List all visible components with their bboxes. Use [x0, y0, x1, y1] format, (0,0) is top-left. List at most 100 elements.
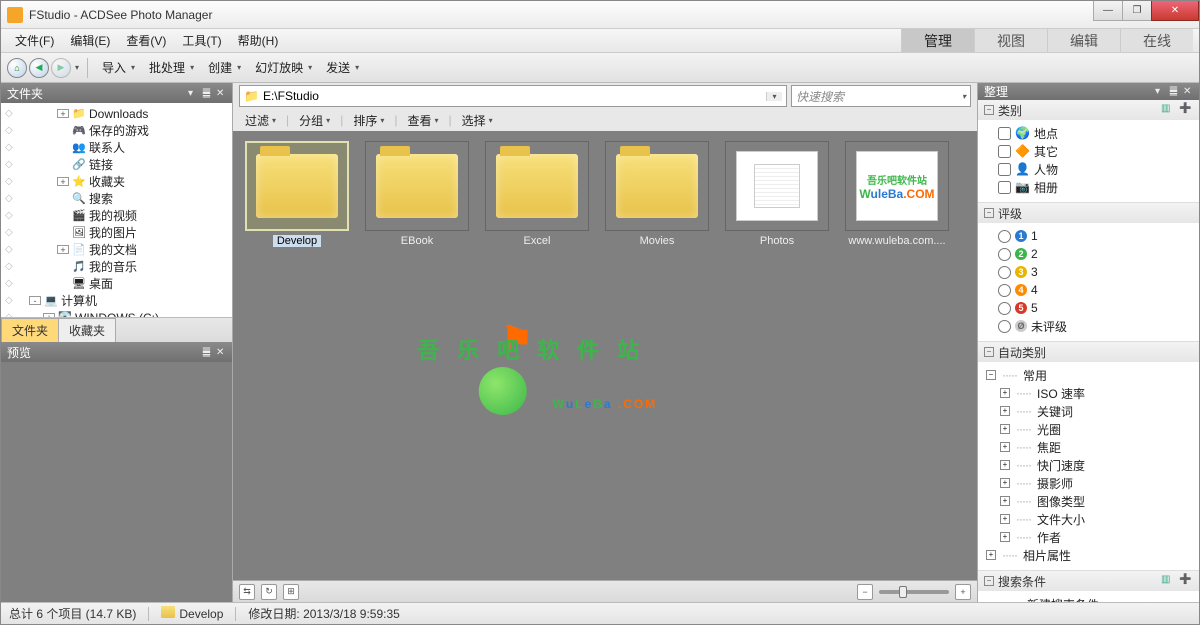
cat-add-icon[interactable]: ➕	[1179, 103, 1193, 117]
filter-view[interactable]: 查看	[403, 112, 442, 129]
tool-send[interactable]: 发送	[320, 59, 365, 76]
preview-close-icon[interactable]: ✕	[216, 347, 226, 358]
thumb-tool-1[interactable]: ⇆	[239, 584, 255, 600]
filter-select[interactable]: 选择	[458, 112, 497, 129]
path-dropdown-icon[interactable]: ▾	[766, 92, 782, 101]
zoom-in-button[interactable]: +	[955, 584, 971, 600]
category-item[interactable]: 🌍地点	[978, 124, 1199, 142]
rating-unrated[interactable]: Ø未评级	[978, 317, 1199, 335]
thumbnail-area[interactable]: DevelopEBookExcelMoviesPhotos吾乐吧软件站WuleB…	[233, 131, 977, 580]
tree-item[interactable]: ◇👥联系人	[1, 139, 232, 156]
panel-menu-icon[interactable]: ▾	[188, 88, 198, 99]
mode-online[interactable]: 在线	[1120, 29, 1193, 52]
thumbnail-item[interactable]: Photos	[723, 141, 831, 247]
organize-close-icon[interactable]: ✕	[1183, 86, 1193, 97]
thumbnail-item[interactable]: 吾乐吧软件站WuleBa.COMwww.wuleba.com....	[843, 141, 951, 247]
minimize-button[interactable]: —	[1093, 1, 1123, 21]
category-item[interactable]: 🔶其它	[978, 142, 1199, 160]
categories-head[interactable]: −类别 ▥➕	[978, 100, 1199, 120]
auto-item[interactable]: +·····ISO 速率	[1000, 384, 1199, 402]
category-item[interactable]: 👤人物	[978, 160, 1199, 178]
nav-back-button[interactable]: ◀	[29, 58, 49, 78]
filter-sort[interactable]: 排序	[349, 112, 388, 129]
menu-edit[interactable]: 编辑(E)	[62, 29, 118, 52]
zoom-slider[interactable]	[879, 590, 949, 594]
tree-item[interactable]: ◇🔍搜索	[1, 190, 232, 207]
search-add-icon[interactable]: ➕	[1179, 574, 1193, 588]
zoom-out-button[interactable]: −	[857, 584, 873, 600]
auto-item[interactable]: +·····快门速度	[1000, 456, 1199, 474]
rating-item[interactable]: 22	[978, 245, 1199, 263]
tree-item[interactable]: ◇🔗链接	[1, 156, 232, 173]
auto-item[interactable]: +·····光圈	[1000, 420, 1199, 438]
nav-home-button[interactable]: ⌂	[7, 58, 27, 78]
tool-import[interactable]: 导入	[96, 59, 141, 76]
auto-item[interactable]: +·····焦距	[1000, 438, 1199, 456]
search-tool-icon[interactable]: ▥	[1161, 574, 1175, 588]
auto-common[interactable]: −·····常用	[978, 366, 1199, 384]
auto-photo-attr[interactable]: +·····相片属性	[978, 546, 1199, 564]
organize-menu-icon[interactable]: ▾	[1155, 86, 1165, 97]
folder-tree[interactable]: ◇+📁Downloads◇🎮保存的游戏◇👥联系人◇🔗链接◇+⭐收藏夹◇🔍搜索◇🎬…	[1, 103, 232, 317]
center-column: 📁 E:\FStudio ▾ 快速搜索 ▾ 过滤| 分组| 排序| 查看| 选择…	[233, 83, 977, 602]
filter-filter[interactable]: 过滤	[241, 112, 280, 129]
search-head[interactable]: −搜索条件 ▥➕	[978, 571, 1199, 591]
thumb-tool-2[interactable]: ↻	[261, 584, 277, 600]
preview-pin-icon[interactable]: ䷀	[202, 347, 212, 358]
path-input[interactable]: 📁 E:\FStudio ▾	[239, 85, 787, 107]
tree-item[interactable]: ◇🖥桌面	[1, 275, 232, 292]
auto-head[interactable]: −自动类别	[978, 342, 1199, 362]
filter-row: 过滤| 分组| 排序| 查看| 选择	[233, 109, 977, 131]
menu-view[interactable]: 查看(V)	[118, 29, 174, 52]
thumb-tool-3[interactable]: ⊞	[283, 584, 299, 600]
panel-pin-icon[interactable]: ䷀	[202, 88, 212, 99]
rating-item[interactable]: 11	[978, 227, 1199, 245]
thumbnail-item[interactable]: Excel	[483, 141, 591, 247]
thumbnail-item[interactable]: Develop	[243, 141, 351, 247]
rating-item[interactable]: 55	[978, 299, 1199, 317]
nav-forward-button[interactable]: ▶	[51, 58, 71, 78]
tool-create[interactable]: 创建	[202, 59, 247, 76]
tree-item[interactable]: ◇🎬我的视频	[1, 207, 232, 224]
mode-view[interactable]: 视图	[974, 29, 1047, 52]
menu-tools[interactable]: 工具(T)	[174, 29, 229, 52]
thumbnail-item[interactable]: EBook	[363, 141, 471, 247]
auto-item[interactable]: +·····图像类型	[1000, 492, 1199, 510]
tree-item[interactable]: ◇🎮保存的游戏	[1, 122, 232, 139]
auto-item[interactable]: +·····文件大小	[1000, 510, 1199, 528]
menu-file[interactable]: 文件(F)	[7, 29, 62, 52]
panel-close-icon[interactable]: ✕	[216, 88, 226, 99]
tree-item[interactable]: ◇🎵我的音乐	[1, 258, 232, 275]
auto-item[interactable]: +·····摄影师	[1000, 474, 1199, 492]
mode-edit[interactable]: 编辑	[1047, 29, 1120, 52]
organize-pin-icon[interactable]: ䷀	[1169, 86, 1179, 97]
tree-item[interactable]: ◇+📁Downloads	[1, 105, 232, 122]
tree-item[interactable]: ◇+📄我的文档	[1, 241, 232, 258]
tree-item[interactable]: ◇🖼我的图片	[1, 224, 232, 241]
menu-help[interactable]: 帮助(H)	[230, 29, 287, 52]
close-button[interactable]: ✕	[1151, 1, 1199, 21]
auto-item[interactable]: +·····关键词	[1000, 402, 1199, 420]
mode-manage[interactable]: 管理	[901, 29, 974, 52]
search-dropdown-icon[interactable]: ▾	[962, 92, 966, 101]
nav-dropdown-icon[interactable]: ▾	[75, 63, 79, 72]
category-item[interactable]: 📷相册	[978, 178, 1199, 196]
tool-slideshow[interactable]: 幻灯放映	[249, 59, 318, 76]
rating-item[interactable]: 33	[978, 263, 1199, 281]
new-search-item[interactable]: ·····新建搜索条件	[978, 595, 1199, 602]
filter-group[interactable]: 分组	[295, 112, 334, 129]
tree-item[interactable]: ◇+💽WINDOWS (C:)	[1, 309, 232, 317]
tree-item[interactable]: ◇+⭐收藏夹	[1, 173, 232, 190]
tool-batch[interactable]: 批处理	[143, 59, 200, 76]
auto-categories-section: −自动类别 −·····常用+·····ISO 速率+·····关键词+····…	[978, 342, 1199, 571]
auto-item[interactable]: +·····作者	[1000, 528, 1199, 546]
tab-folders[interactable]: 文件夹	[1, 318, 59, 342]
tree-item[interactable]: ◇-💻计算机	[1, 292, 232, 309]
tab-favorites[interactable]: 收藏夹	[58, 318, 116, 342]
ratings-head[interactable]: −评级	[978, 203, 1199, 223]
thumbnail-item[interactable]: Movies	[603, 141, 711, 247]
maximize-button[interactable]: ❐	[1122, 1, 1152, 21]
cat-tool-icon[interactable]: ▥	[1161, 103, 1175, 117]
rating-item[interactable]: 44	[978, 281, 1199, 299]
quick-search-input[interactable]: 快速搜索 ▾	[791, 85, 971, 107]
